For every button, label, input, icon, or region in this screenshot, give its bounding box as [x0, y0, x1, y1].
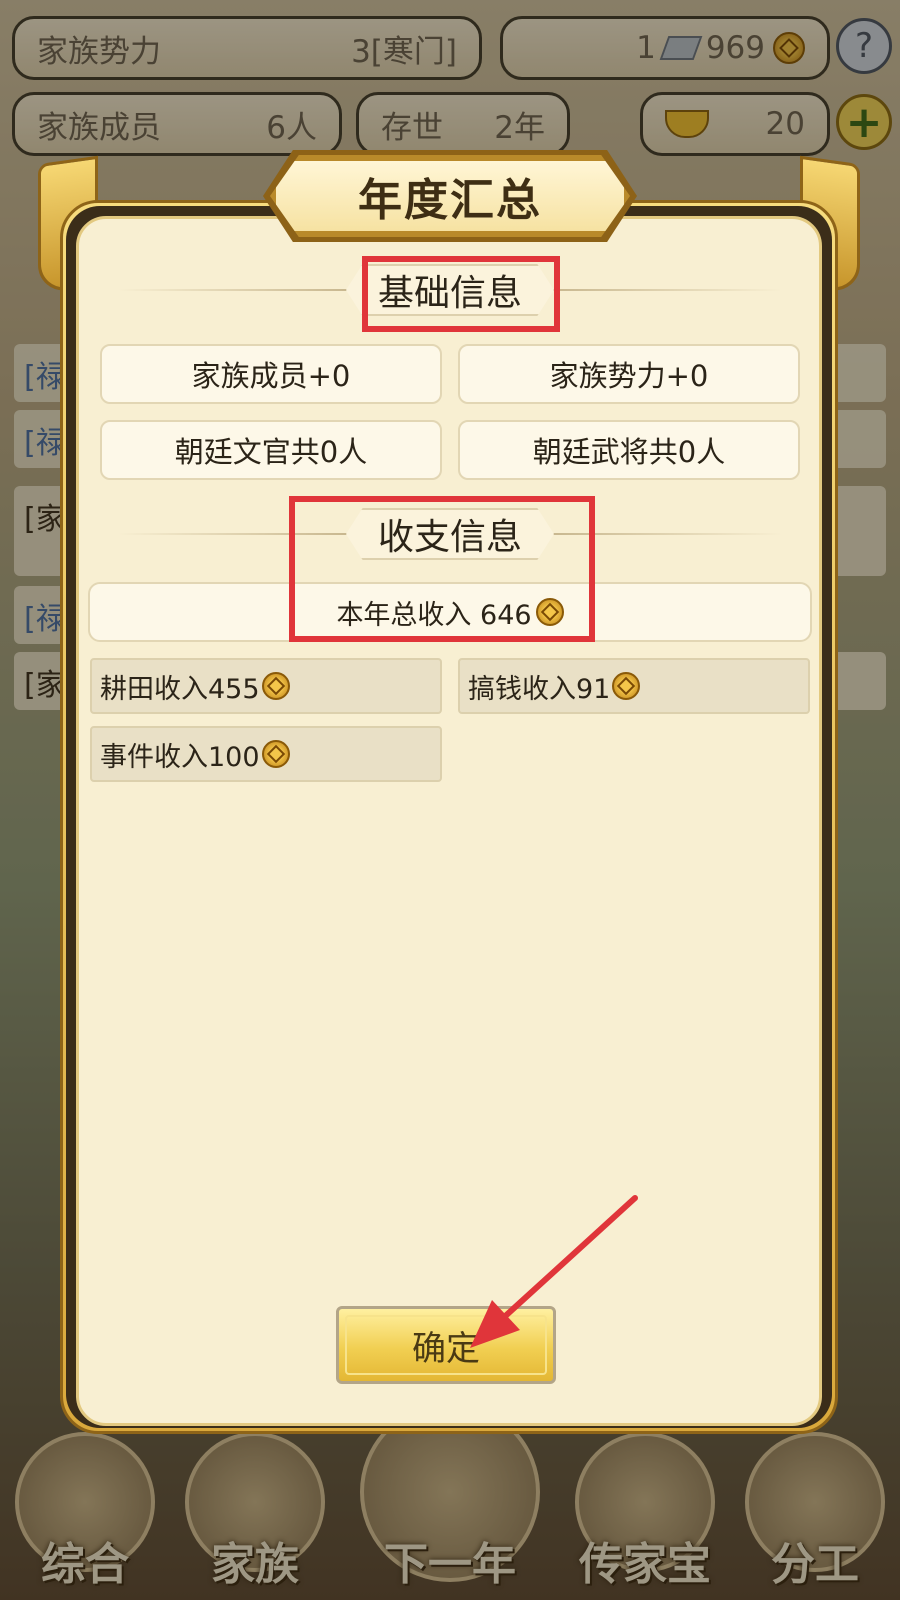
highlight-box — [362, 256, 560, 332]
highlight-box — [289, 496, 595, 642]
event-income-text: 事件收入100 — [100, 741, 260, 773]
military-officers-text: 朝廷武将共0人 — [532, 435, 726, 469]
divider-line — [118, 289, 348, 291]
money-making-income-text: 搞钱收入91 — [468, 673, 611, 705]
divider-line — [552, 289, 782, 291]
family-members-change: 家族成员+0 — [100, 344, 442, 404]
confirm-button-label: 确定 — [412, 1328, 480, 1369]
confirm-button[interactable]: 确定 — [336, 1306, 556, 1384]
civil-officials-text: 朝廷文官共0人 — [174, 435, 368, 469]
coin-icon — [612, 672, 641, 700]
dialog-title: 年度汇总 — [358, 175, 542, 226]
family-power-change-text: 家族势力+0 — [549, 359, 709, 393]
money-making-income: 搞钱收入91 — [458, 658, 810, 714]
farmland-income-text: 耕田收入455 — [100, 673, 260, 705]
coin-icon — [261, 672, 290, 700]
military-officers-count: 朝廷武将共0人 — [458, 420, 800, 480]
farmland-income: 耕田收入455 — [90, 658, 442, 714]
civil-officials-count: 朝廷文官共0人 — [100, 420, 442, 480]
event-income: 事件收入100 — [90, 726, 442, 782]
family-power-change: 家族势力+0 — [458, 344, 800, 404]
family-members-change-text: 家族成员+0 — [191, 359, 351, 393]
title-plate: 年度汇总 — [270, 155, 630, 237]
coin-icon — [261, 740, 290, 768]
